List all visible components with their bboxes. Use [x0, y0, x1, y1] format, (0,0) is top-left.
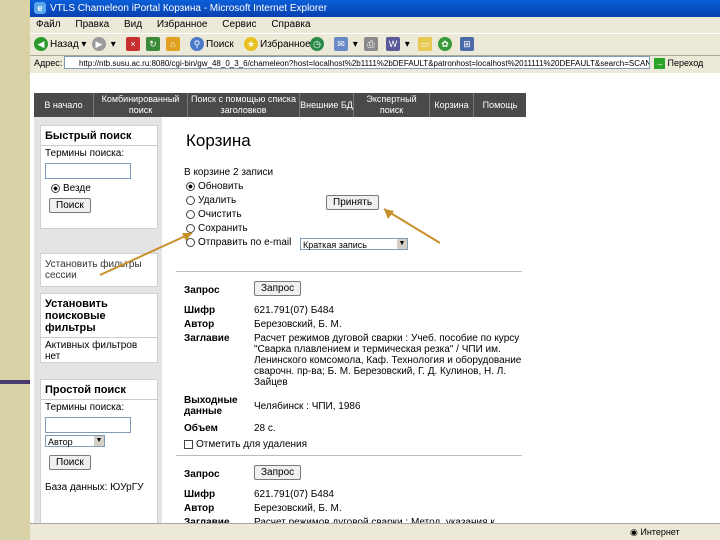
home-icon: ⌂ — [166, 37, 180, 52]
messenger-icon: ✿ — [438, 37, 452, 52]
menu-bar: Файл Правка Вид Избранное Сервис Справка — [30, 17, 720, 33]
title-bar: e VTLS Chameleon iPortal Корзина - Micros… — [30, 0, 720, 17]
address-input[interactable]: http://ntb.susu.ac.ru:8080/cgi-bin/gw_48… — [64, 56, 650, 69]
go-arrow-icon: → — [654, 58, 665, 70]
go-button[interactable]: → Переход — [654, 56, 703, 70]
search-icon: ⚲ — [190, 37, 204, 52]
refresh-button[interactable]: ↻ — [146, 36, 162, 53]
edit-icon: W — [386, 37, 400, 52]
star-icon: ★ — [244, 37, 258, 52]
internet-zone: ◉ Интернет — [630, 527, 680, 537]
research-button[interactable]: ⊞ — [460, 36, 476, 53]
home-button[interactable]: ⌂ — [166, 36, 182, 53]
mail-button[interactable]: ✉ ▾ — [334, 36, 358, 53]
back-arrow-icon: ◀ — [34, 37, 48, 52]
address-bar: Адрес: http://ntb.susu.ac.ru:8080/cgi-bi… — [30, 55, 720, 72]
history-button[interactable]: ◷ — [310, 36, 326, 53]
edit-button[interactable]: W ▾ — [386, 36, 410, 53]
forward-button[interactable]: ▶ ▾ — [92, 36, 116, 53]
menu-tools[interactable]: Сервис — [222, 19, 256, 30]
favorites-button[interactable]: ★ Избранное — [244, 36, 311, 53]
forward-arrow-icon: ▶ — [92, 37, 106, 52]
messenger-button[interactable]: ✿ — [438, 36, 454, 53]
mail-icon: ✉ — [334, 37, 348, 52]
browser-window: e VTLS Chameleon iPortal Корзина - Micros… — [30, 0, 720, 540]
annotation-arrow-apply — [383, 208, 441, 244]
back-button[interactable]: ◀ Назад ▾ — [34, 36, 86, 53]
folder-icon: ▭ — [418, 37, 432, 52]
search-button[interactable]: ⚲ Поиск — [190, 36, 234, 53]
window-title: VTLS Chameleon iPortal Корзина - Microso… — [50, 3, 328, 14]
address-label: Адрес: — [34, 58, 63, 68]
print-icon: ⎙ — [364, 37, 378, 52]
research-icon: ⊞ — [460, 37, 474, 52]
toolbar: ◀ Назад ▾ ▶ ▾ × ↻ ⌂ ⚲ Поиск ★ Избранное ◷ ✉… — [30, 33, 720, 56]
ie-icon: e — [34, 2, 46, 14]
stop-icon: × — [126, 37, 140, 52]
annotation-arrow-save — [99, 232, 193, 276]
annotation-arrows — [99, 208, 441, 276]
print-button[interactable]: ⎙ — [364, 36, 380, 53]
slide-accent-bar — [0, 380, 30, 384]
folder-button[interactable]: ▭ — [418, 36, 434, 53]
slide-background — [0, 0, 30, 540]
history-icon: ◷ — [310, 37, 324, 52]
menu-help[interactable]: Справка — [271, 19, 310, 30]
stop-button[interactable]: × — [126, 36, 142, 53]
menu-favorites[interactable]: Избранное — [157, 19, 208, 30]
refresh-icon: ↻ — [146, 37, 160, 52]
status-bar: ◉ Интернет — [30, 523, 720, 540]
menu-edit[interactable]: Правка — [75, 19, 109, 30]
menu-file[interactable]: Файл — [36, 19, 61, 30]
page-viewport: В начало Комбинированный поиск Поиск с п… — [30, 73, 720, 529]
menu-view[interactable]: Вид — [124, 19, 142, 30]
